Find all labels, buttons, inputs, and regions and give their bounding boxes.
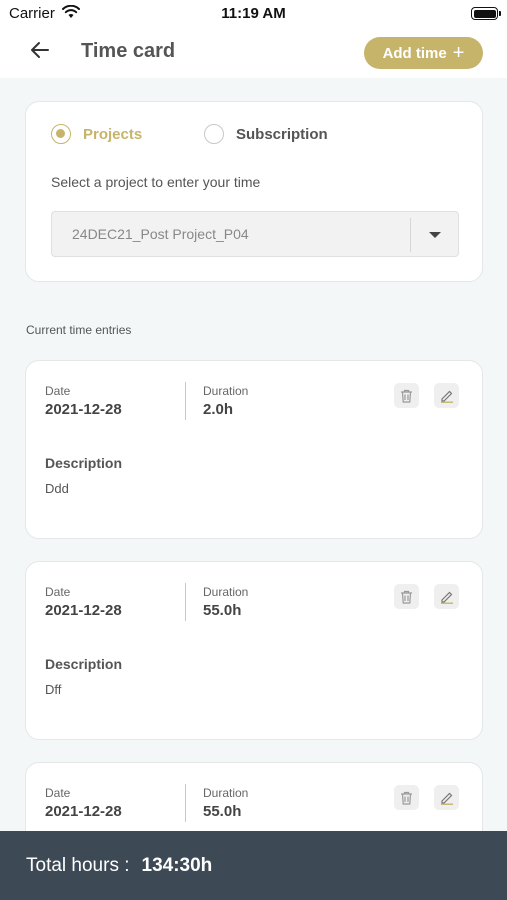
dropdown-divider bbox=[410, 218, 411, 252]
delete-button[interactable] bbox=[394, 584, 419, 609]
edit-button[interactable] bbox=[434, 785, 459, 810]
duration-value: 55.0h bbox=[203, 602, 242, 619]
app-header: Time card Add time + bbox=[0, 28, 507, 78]
battery-icon bbox=[471, 7, 501, 20]
divider bbox=[185, 583, 186, 621]
delete-button[interactable] bbox=[394, 383, 419, 408]
radio-label-subscription: Subscription bbox=[236, 125, 328, 143]
status-time: 11:19 AM bbox=[221, 5, 286, 22]
total-hours-bar: Total hours : 134:30h bbox=[0, 831, 507, 900]
project-dropdown[interactable]: 24DEC21_Post Project_P04 bbox=[51, 211, 459, 257]
pencil-icon bbox=[440, 591, 453, 604]
radio-label-projects: Projects bbox=[83, 125, 143, 143]
plus-icon: + bbox=[452, 42, 465, 64]
delete-button[interactable] bbox=[394, 785, 419, 810]
time-entry-card: Date 2021-12-28 Duration 2.0h Descriptio… bbox=[25, 360, 483, 539]
description-value: Dff bbox=[45, 682, 62, 697]
duration-label: Duration bbox=[203, 585, 249, 599]
description-label: Description bbox=[45, 455, 123, 471]
edit-button[interactable] bbox=[434, 383, 459, 408]
trash-icon bbox=[401, 590, 412, 604]
duration-label: Duration bbox=[203, 384, 249, 398]
duration-value: 55.0h bbox=[203, 803, 242, 820]
radio-option-projects[interactable]: Projects bbox=[51, 124, 142, 144]
dropdown-selected-value: 24DEC21_Post Project_P04 bbox=[72, 226, 249, 242]
duration-value: 2.0h bbox=[203, 401, 234, 418]
pencil-icon bbox=[440, 390, 453, 403]
total-hours-value: 134:30h bbox=[141, 854, 213, 876]
page-title: Time card bbox=[81, 40, 176, 62]
trash-icon bbox=[401, 389, 412, 403]
radio-unchecked-icon[interactable] bbox=[204, 124, 224, 144]
date-label: Date bbox=[45, 786, 71, 800]
back-arrow-icon[interactable] bbox=[28, 38, 52, 62]
add-time-label: Add time bbox=[382, 44, 447, 62]
pencil-icon bbox=[440, 792, 453, 805]
total-hours-label: Total hours : bbox=[26, 854, 130, 876]
caret-down-icon[interactable] bbox=[429, 232, 441, 238]
trash-icon bbox=[401, 791, 412, 805]
date-label: Date bbox=[45, 384, 71, 398]
date-value: 2021-12-28 bbox=[45, 401, 122, 418]
date-value: 2021-12-28 bbox=[45, 602, 122, 619]
divider bbox=[185, 382, 186, 420]
duration-label: Duration bbox=[203, 786, 249, 800]
date-value: 2021-12-28 bbox=[45, 803, 122, 820]
add-time-button[interactable]: Add time + bbox=[364, 37, 483, 69]
date-label: Date bbox=[45, 585, 71, 599]
status-bar: Carrier 11:19 AM bbox=[0, 0, 507, 28]
description-value: Ddd bbox=[45, 481, 69, 496]
radio-option-subscription[interactable]: Subscription bbox=[204, 124, 328, 144]
divider bbox=[185, 784, 186, 822]
project-selector-card: Projects Subscription Select a project t… bbox=[25, 101, 483, 282]
edit-button[interactable] bbox=[434, 584, 459, 609]
select-project-prompt: Select a project to enter your time bbox=[51, 174, 261, 190]
time-entry-card: Date 2021-12-28 Duration 55.0h Descripti… bbox=[25, 561, 483, 740]
radio-checked-icon[interactable] bbox=[51, 124, 71, 144]
section-label: Current time entries bbox=[26, 323, 132, 337]
description-label: Description bbox=[45, 656, 123, 672]
